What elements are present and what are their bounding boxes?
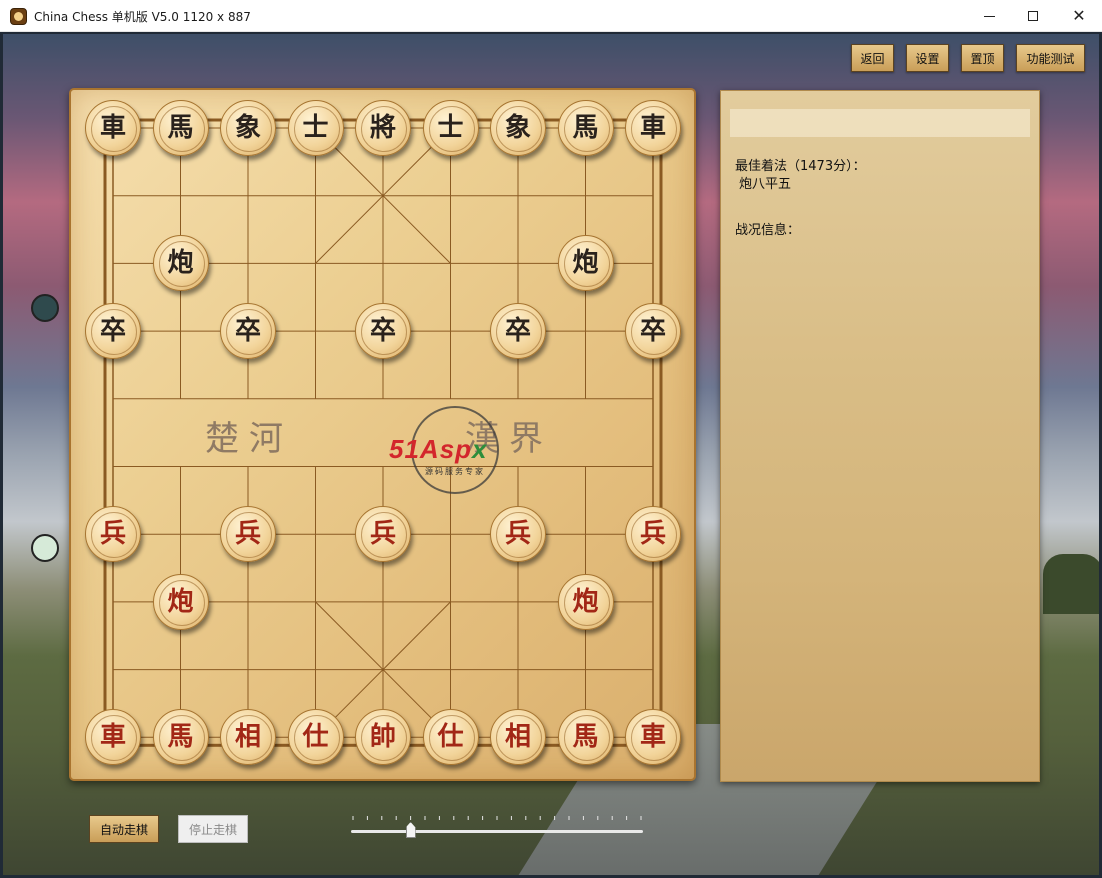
slider-track[interactable] (351, 830, 643, 833)
piece-red[interactable]: 相 (220, 709, 276, 766)
stop-play-button[interactable]: 停止走棋 (178, 815, 248, 843)
chess-board[interactable]: 楚河 漢界 51Aspx 源码服务专家 車馬象士將士象馬車炮炮卒卒卒卒卒兵兵兵兵… (69, 88, 696, 781)
piece-label: 象 (234, 113, 261, 143)
piece-label: 士 (302, 113, 329, 143)
piece-black[interactable]: 象 (220, 100, 276, 156)
best-move-label: 最佳着法（1473分）： (735, 159, 866, 174)
piece-label: 象 (504, 113, 531, 143)
piece-label: 兵 (369, 519, 396, 550)
auto-play-button[interactable]: 自动走棋 (89, 815, 159, 843)
best-move-value: 炮八平五 (739, 177, 792, 192)
piece-label: 車 (639, 113, 666, 143)
piece-black[interactable]: 卒 (85, 303, 141, 360)
piece-label: 卒 (99, 316, 126, 347)
watermark-subtext: 源码服务专家 (425, 467, 485, 476)
piece-red[interactable]: 兵 (85, 506, 141, 563)
piece-label: 馬 (167, 722, 194, 753)
battle-info-label: 战况信息： (735, 223, 801, 238)
piece-black[interactable]: 卒 (355, 303, 411, 360)
watermark-logo: 51Aspx 源码服务专家 (389, 406, 521, 506)
piece-black[interactable]: 卒 (625, 303, 681, 360)
maximize-button[interactable] (1010, 0, 1056, 32)
piece-red[interactable]: 馬 (557, 709, 614, 766)
slider-ticks (352, 816, 642, 820)
back-button[interactable]: 返回 (851, 44, 894, 72)
feature-test-button[interactable]: 功能测试 (1016, 44, 1085, 72)
piece-black[interactable]: 炮 (152, 235, 209, 292)
piece-label: 車 (639, 722, 666, 753)
piece-black[interactable]: 炮 (557, 235, 614, 292)
chess-app-icon (10, 8, 27, 25)
piece-label: 卒 (504, 316, 531, 347)
piece-red[interactable]: 馬 (152, 709, 209, 766)
piece-red[interactable]: 炮 (557, 573, 614, 630)
black-turn-indicator (31, 294, 59, 322)
piece-label: 仕 (302, 722, 329, 753)
minimize-button[interactable] (966, 0, 1012, 32)
piece-label: 兵 (504, 519, 531, 550)
piece-red[interactable]: 車 (625, 709, 681, 766)
game-area: 返回 设置 置顶 功能测试 楚河 漢界 51Aspx 源码服务专家 車馬象士將士… (3, 34, 1099, 875)
piece-label: 馬 (167, 113, 194, 143)
piece-black[interactable]: 卒 (220, 303, 276, 360)
piece-black[interactable]: 士 (422, 100, 479, 156)
river-label-chu: 楚河 (205, 419, 293, 459)
board-grid (103, 118, 663, 747)
watermark-text: 51Aspx (389, 434, 488, 464)
piece-label: 炮 (572, 586, 599, 617)
piece-label: 帥 (369, 722, 396, 753)
piece-label: 車 (99, 722, 126, 753)
piece-label: 馬 (572, 722, 599, 753)
close-button[interactable]: ✕ (1056, 0, 1102, 32)
piece-label: 仕 (437, 722, 464, 753)
piece-red[interactable]: 車 (85, 709, 141, 766)
piece-black[interactable]: 車 (625, 100, 681, 156)
piece-label: 馬 (572, 113, 599, 143)
close-icon: ✕ (1072, 6, 1086, 25)
piece-red[interactable]: 兵 (220, 506, 276, 563)
piece-label: 卒 (234, 316, 261, 347)
piece-red[interactable]: 兵 (490, 506, 546, 563)
piece-black[interactable]: 將 (355, 100, 411, 156)
piece-red[interactable]: 兵 (355, 506, 411, 563)
background-trees (1043, 554, 1099, 614)
slider-thumb[interactable] (405, 822, 416, 838)
window-title: China Chess 单机版 V5.0 1120 x 887 (34, 10, 251, 24)
piece-label: 炮 (167, 586, 194, 617)
piece-label: 車 (99, 113, 126, 143)
info-panel-header (730, 109, 1030, 137)
info-panel: 最佳着法（1473分）： 炮八平五 战况信息： (720, 90, 1040, 782)
piece-label: 兵 (234, 519, 261, 550)
piece-label: 相 (234, 722, 261, 753)
piece-black[interactable]: 士 (287, 100, 344, 156)
piece-red[interactable]: 帥 (355, 709, 411, 766)
maximize-icon (1028, 11, 1038, 21)
piece-red[interactable]: 仕 (422, 709, 479, 766)
piece-label: 炮 (167, 248, 194, 279)
piece-black[interactable]: 車 (85, 100, 141, 156)
settings-button[interactable]: 设置 (906, 44, 949, 72)
piece-label: 兵 (639, 519, 666, 550)
piece-black[interactable]: 卒 (490, 303, 546, 360)
red-turn-indicator (31, 534, 59, 562)
pin-top-button[interactable]: 置顶 (961, 44, 1004, 72)
piece-label: 卒 (639, 316, 666, 347)
piece-label: 炮 (572, 248, 599, 279)
piece-label: 將 (369, 113, 396, 143)
piece-label: 兵 (99, 519, 126, 550)
piece-label: 相 (504, 722, 531, 753)
title-bar: China Chess 单机版 V5.0 1120 x 887 ✕ (0, 0, 1102, 32)
piece-red[interactable]: 炮 (152, 573, 209, 630)
piece-black[interactable]: 馬 (152, 100, 209, 156)
piece-red[interactable]: 仕 (287, 709, 344, 766)
piece-red[interactable]: 兵 (625, 506, 681, 563)
minimize-icon (983, 15, 995, 17)
speed-slider[interactable] (351, 814, 643, 844)
piece-black[interactable]: 象 (490, 100, 546, 156)
piece-label: 卒 (369, 316, 396, 347)
piece-black[interactable]: 馬 (557, 100, 614, 156)
piece-red[interactable]: 相 (490, 709, 546, 766)
piece-label: 士 (437, 113, 464, 143)
